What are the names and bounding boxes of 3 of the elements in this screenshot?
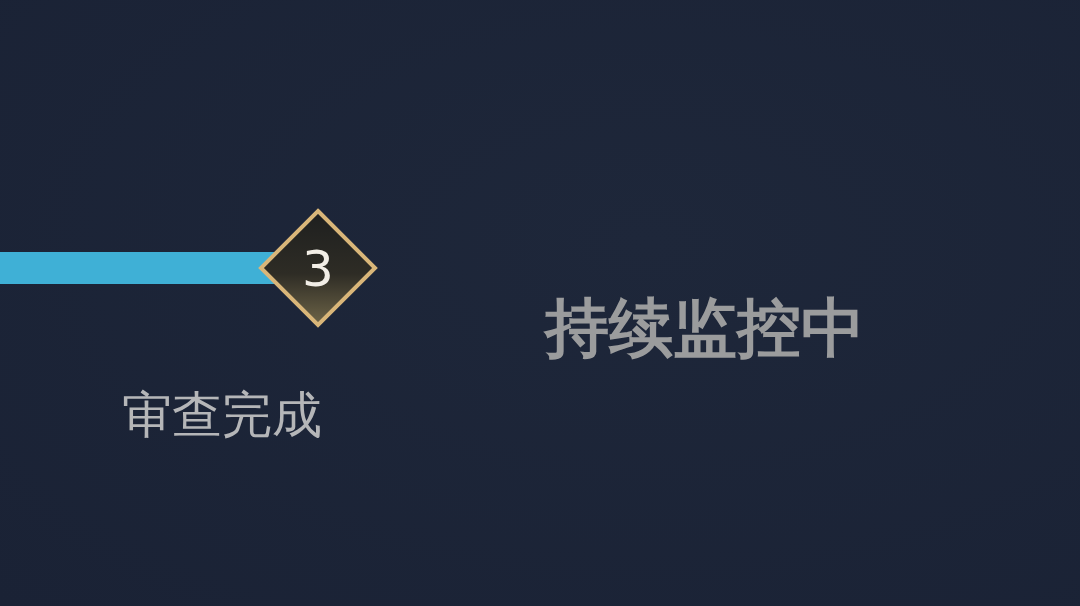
step-badge: 3 (258, 208, 378, 328)
step-label: 审查完成 (121, 385, 323, 446)
status-text: 持续监控中 (545, 290, 865, 367)
